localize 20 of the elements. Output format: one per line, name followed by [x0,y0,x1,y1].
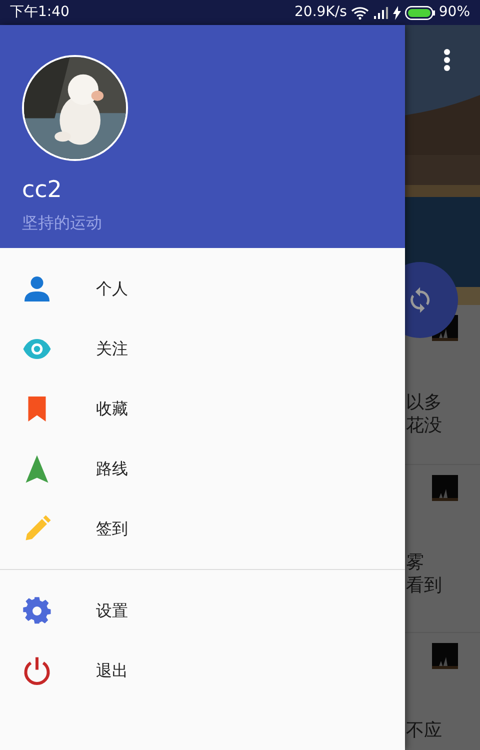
charging-icon [392,6,401,20]
power-icon [22,656,52,686]
menu-item[interactable]: 设置 [0,581,405,641]
wifi-icon [350,6,369,20]
signal-icon [372,6,389,18]
network-speed: 20.9K/s [294,3,347,22]
settings-icon [22,596,52,626]
battery-percent: 90% [438,3,470,22]
article-text: 以多 [406,391,442,414]
menu-item[interactable]: 签到 [0,499,405,559]
article-text: 不应 [406,719,442,742]
article-text: 雾 [406,551,424,574]
article-text: 花没 [406,414,442,437]
menu-item[interactable]: 收藏 [0,379,405,439]
menu-item[interactable]: 路线 [0,439,405,499]
article-text: 看到 [406,574,442,597]
menu-item[interactable]: 关注 [0,319,405,379]
status-time: 下午1:40 [10,3,70,22]
menu-item[interactable]: 退出 [0,641,405,701]
battery-icon [404,6,435,20]
